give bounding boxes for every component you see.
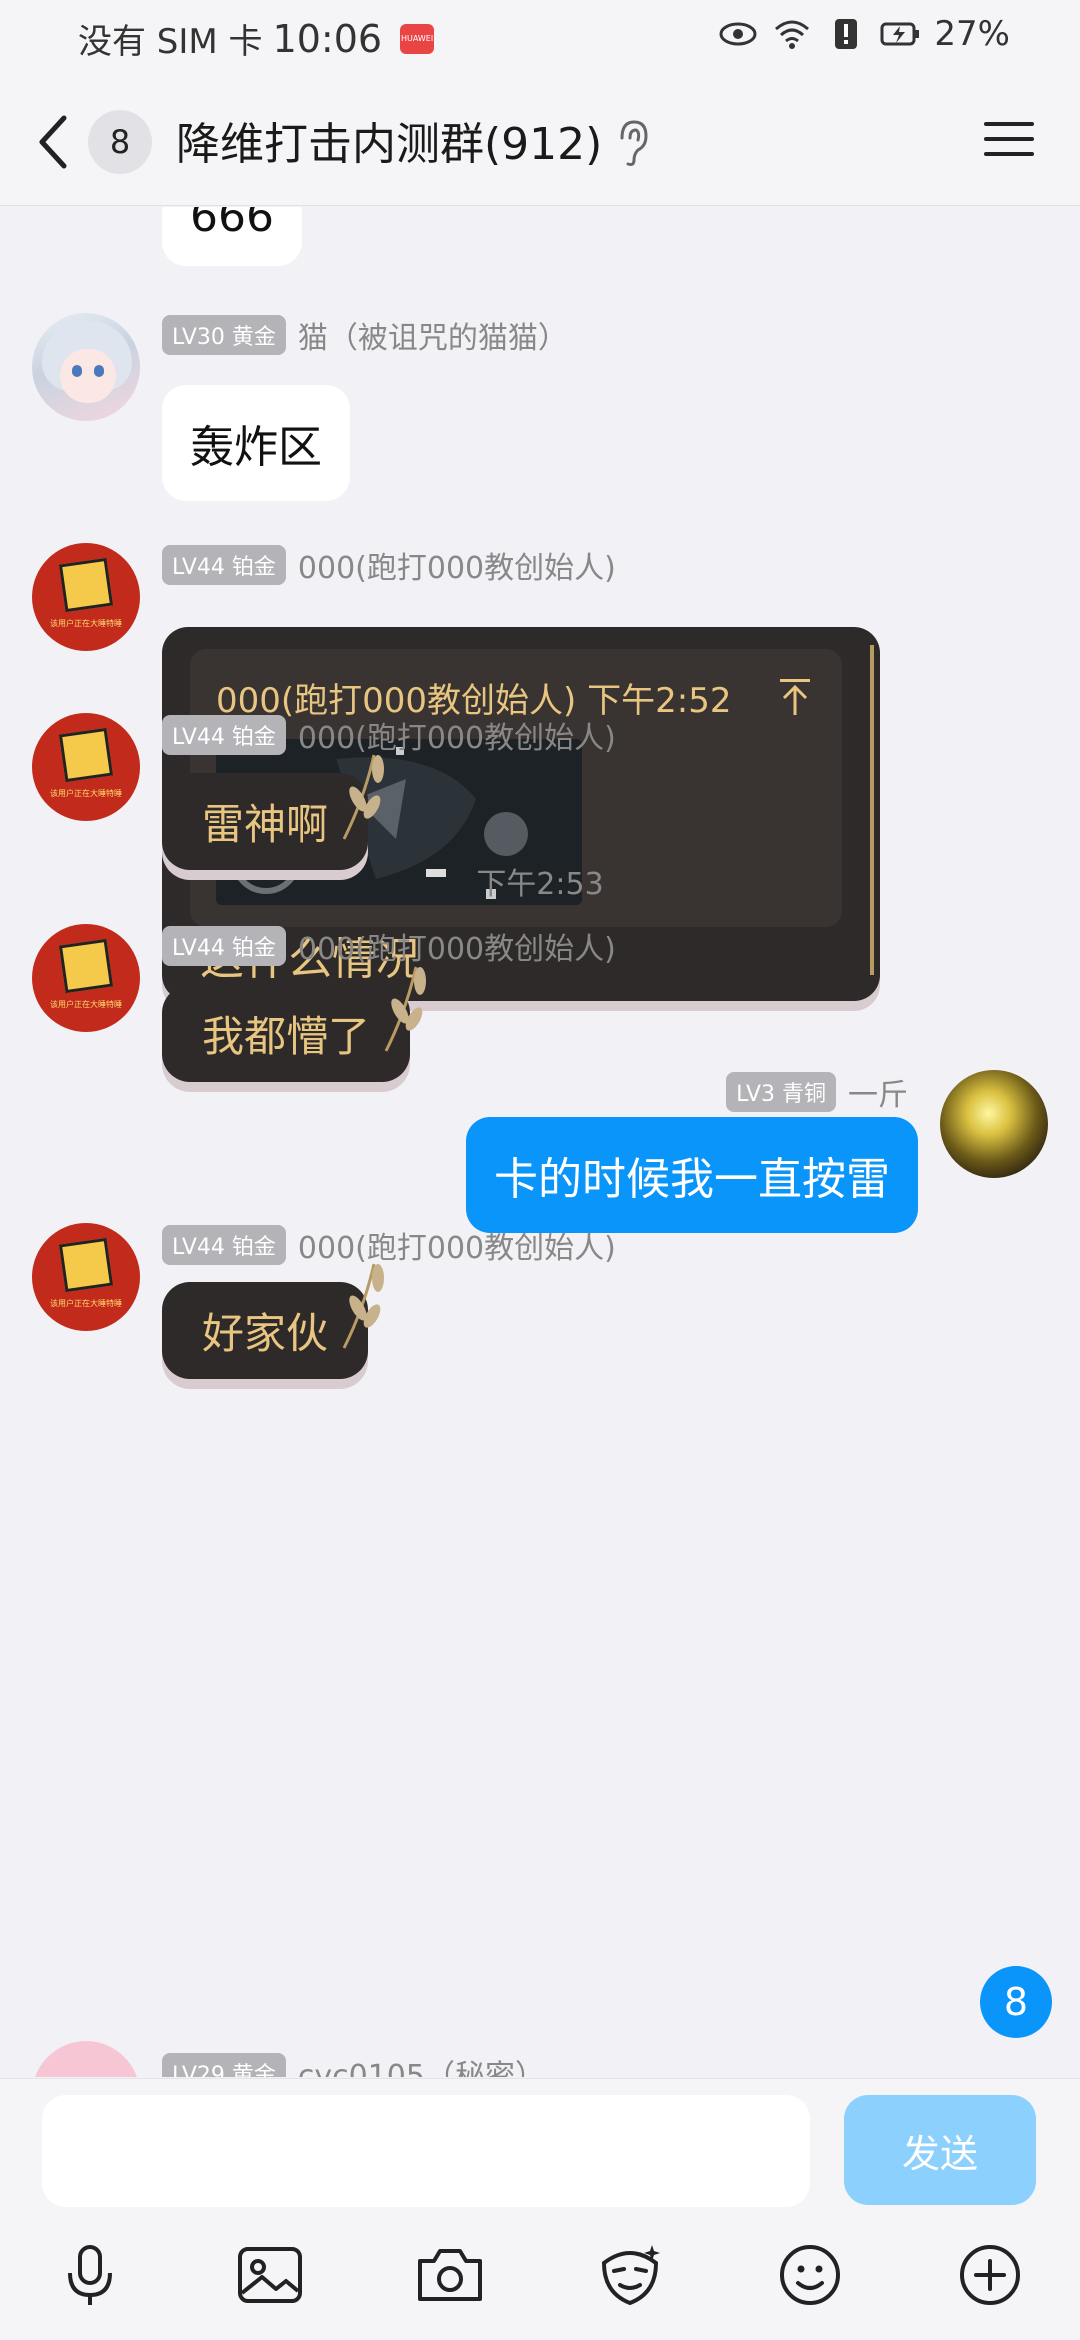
status-right: 27% [718, 14, 1010, 54]
timestamp: 下午2:53 [476, 867, 604, 902]
plus-icon[interactable] [954, 2239, 1026, 2311]
image-icon[interactable] [234, 2239, 306, 2311]
sticker-icon[interactable] [594, 2239, 666, 2311]
carrier-text: 没有 SIM 卡 [78, 22, 263, 62]
sender-name[interactable]: 猫（被诅咒的猫猫） [298, 313, 568, 357]
message-bubble-self[interactable]: 卡的时候我一直按雷 [466, 1117, 918, 1233]
battery-icon [880, 22, 920, 46]
wifi-icon [775, 20, 810, 49]
chat-header: 8 降维打击内测群(912) [0, 74, 1080, 206]
sender-name[interactable]: 000(跑打000教创始人) [298, 924, 616, 968]
message-bubble[interactable]: 雷神啊 [162, 754, 385, 870]
jump-to-quote-icon[interactable] [778, 677, 812, 717]
send-button[interactable]: 发送 [844, 2095, 1036, 2205]
level-badge: LV30 黄金 [162, 315, 286, 355]
chat-list[interactable]: 666 LV30 黄金 猫（被诅咒的猫猫） 轰炸区 该用户正在大睡特睡 LV44… [0, 207, 1080, 2077]
leaf-decoration-icon [384, 966, 427, 1052]
microphone-icon[interactable] [54, 2239, 126, 2311]
sender-meta: LV44 铂金 000(跑打000教创始人) [162, 543, 616, 587]
message-bubble[interactable]: 666 [162, 207, 302, 266]
avatar[interactable] [32, 313, 140, 421]
battery-percent: 27% [934, 14, 1010, 54]
clock: 10:06 [272, 16, 383, 61]
level-badge: LV44 铂金 [162, 715, 286, 755]
eye-icon [719, 22, 757, 46]
unread-count-badge[interactable]: 8 [88, 110, 152, 174]
sender-meta: LV3 青铜 一斤 [726, 1070, 908, 1114]
sender-name[interactable]: 000(跑打000教创始人) [298, 543, 616, 587]
leaf-decoration-icon [342, 754, 385, 840]
avatar[interactable]: 该用户正在大睡特睡 [32, 713, 140, 821]
app-notification-icon: HUAWEI [400, 23, 435, 54]
level-badge: LV44 铂金 [162, 926, 286, 966]
level-badge: LV3 青铜 [726, 1072, 836, 1112]
menu-icon[interactable] [982, 114, 1036, 164]
message-bubble[interactable]: 好家伙 [162, 1263, 385, 1379]
group-title[interactable]: 降维打击内测群(912) [176, 108, 602, 172]
input-bar: 发送 [0, 2078, 1080, 2340]
ear-icon[interactable] [612, 118, 652, 168]
avatar-caption: 该用户正在大睡特睡 [50, 619, 122, 628]
sender-meta: LV30 黄金 猫（被诅咒的猫猫） [162, 313, 568, 357]
message-bubble[interactable]: 我都懵了 [162, 966, 427, 1082]
new-messages-badge[interactable]: 8 [980, 1966, 1052, 2038]
avatar[interactable]: 该用户正在大睡特睡 [32, 924, 140, 1032]
level-badge: LV29 黄金 [162, 2053, 286, 2077]
back-arrow-icon[interactable] [34, 112, 74, 172]
decor-border [870, 645, 874, 975]
avatar[interactable]: 该用户正在大睡特睡 [32, 1223, 140, 1331]
status-bar: 没有 SIM 卡 10:06 HUAWEI 27% [0, 0, 1080, 74]
avatar[interactable] [32, 2041, 140, 2077]
message-text: 雷神啊 [202, 800, 329, 849]
alert-icon [835, 19, 858, 49]
sender-name[interactable]: cyc0105（秘密） [298, 2051, 545, 2077]
leaf-decoration-icon [342, 1263, 385, 1349]
emoji-icon[interactable] [774, 2239, 846, 2311]
camera-icon[interactable] [414, 2239, 486, 2311]
level-badge: LV44 铂金 [162, 1225, 286, 1265]
status-left: 没有 SIM 卡 10:06 HUAWEI [78, 14, 435, 63]
message-bubble[interactable]: 轰炸区 [162, 385, 350, 501]
level-badge: LV44 铂金 [162, 545, 286, 585]
sender-meta: LV29 黄金 cyc0105（秘密） [162, 2051, 545, 2077]
avatar[interactable]: 该用户正在大睡特睡 [32, 543, 140, 651]
message-text: 我都懵了 [202, 1012, 371, 1061]
message-text: 好家伙 [202, 1309, 329, 1358]
message-input[interactable] [42, 2095, 810, 2207]
avatar-self[interactable] [940, 1070, 1048, 1178]
sender-name[interactable]: 一斤 [848, 1070, 908, 1114]
